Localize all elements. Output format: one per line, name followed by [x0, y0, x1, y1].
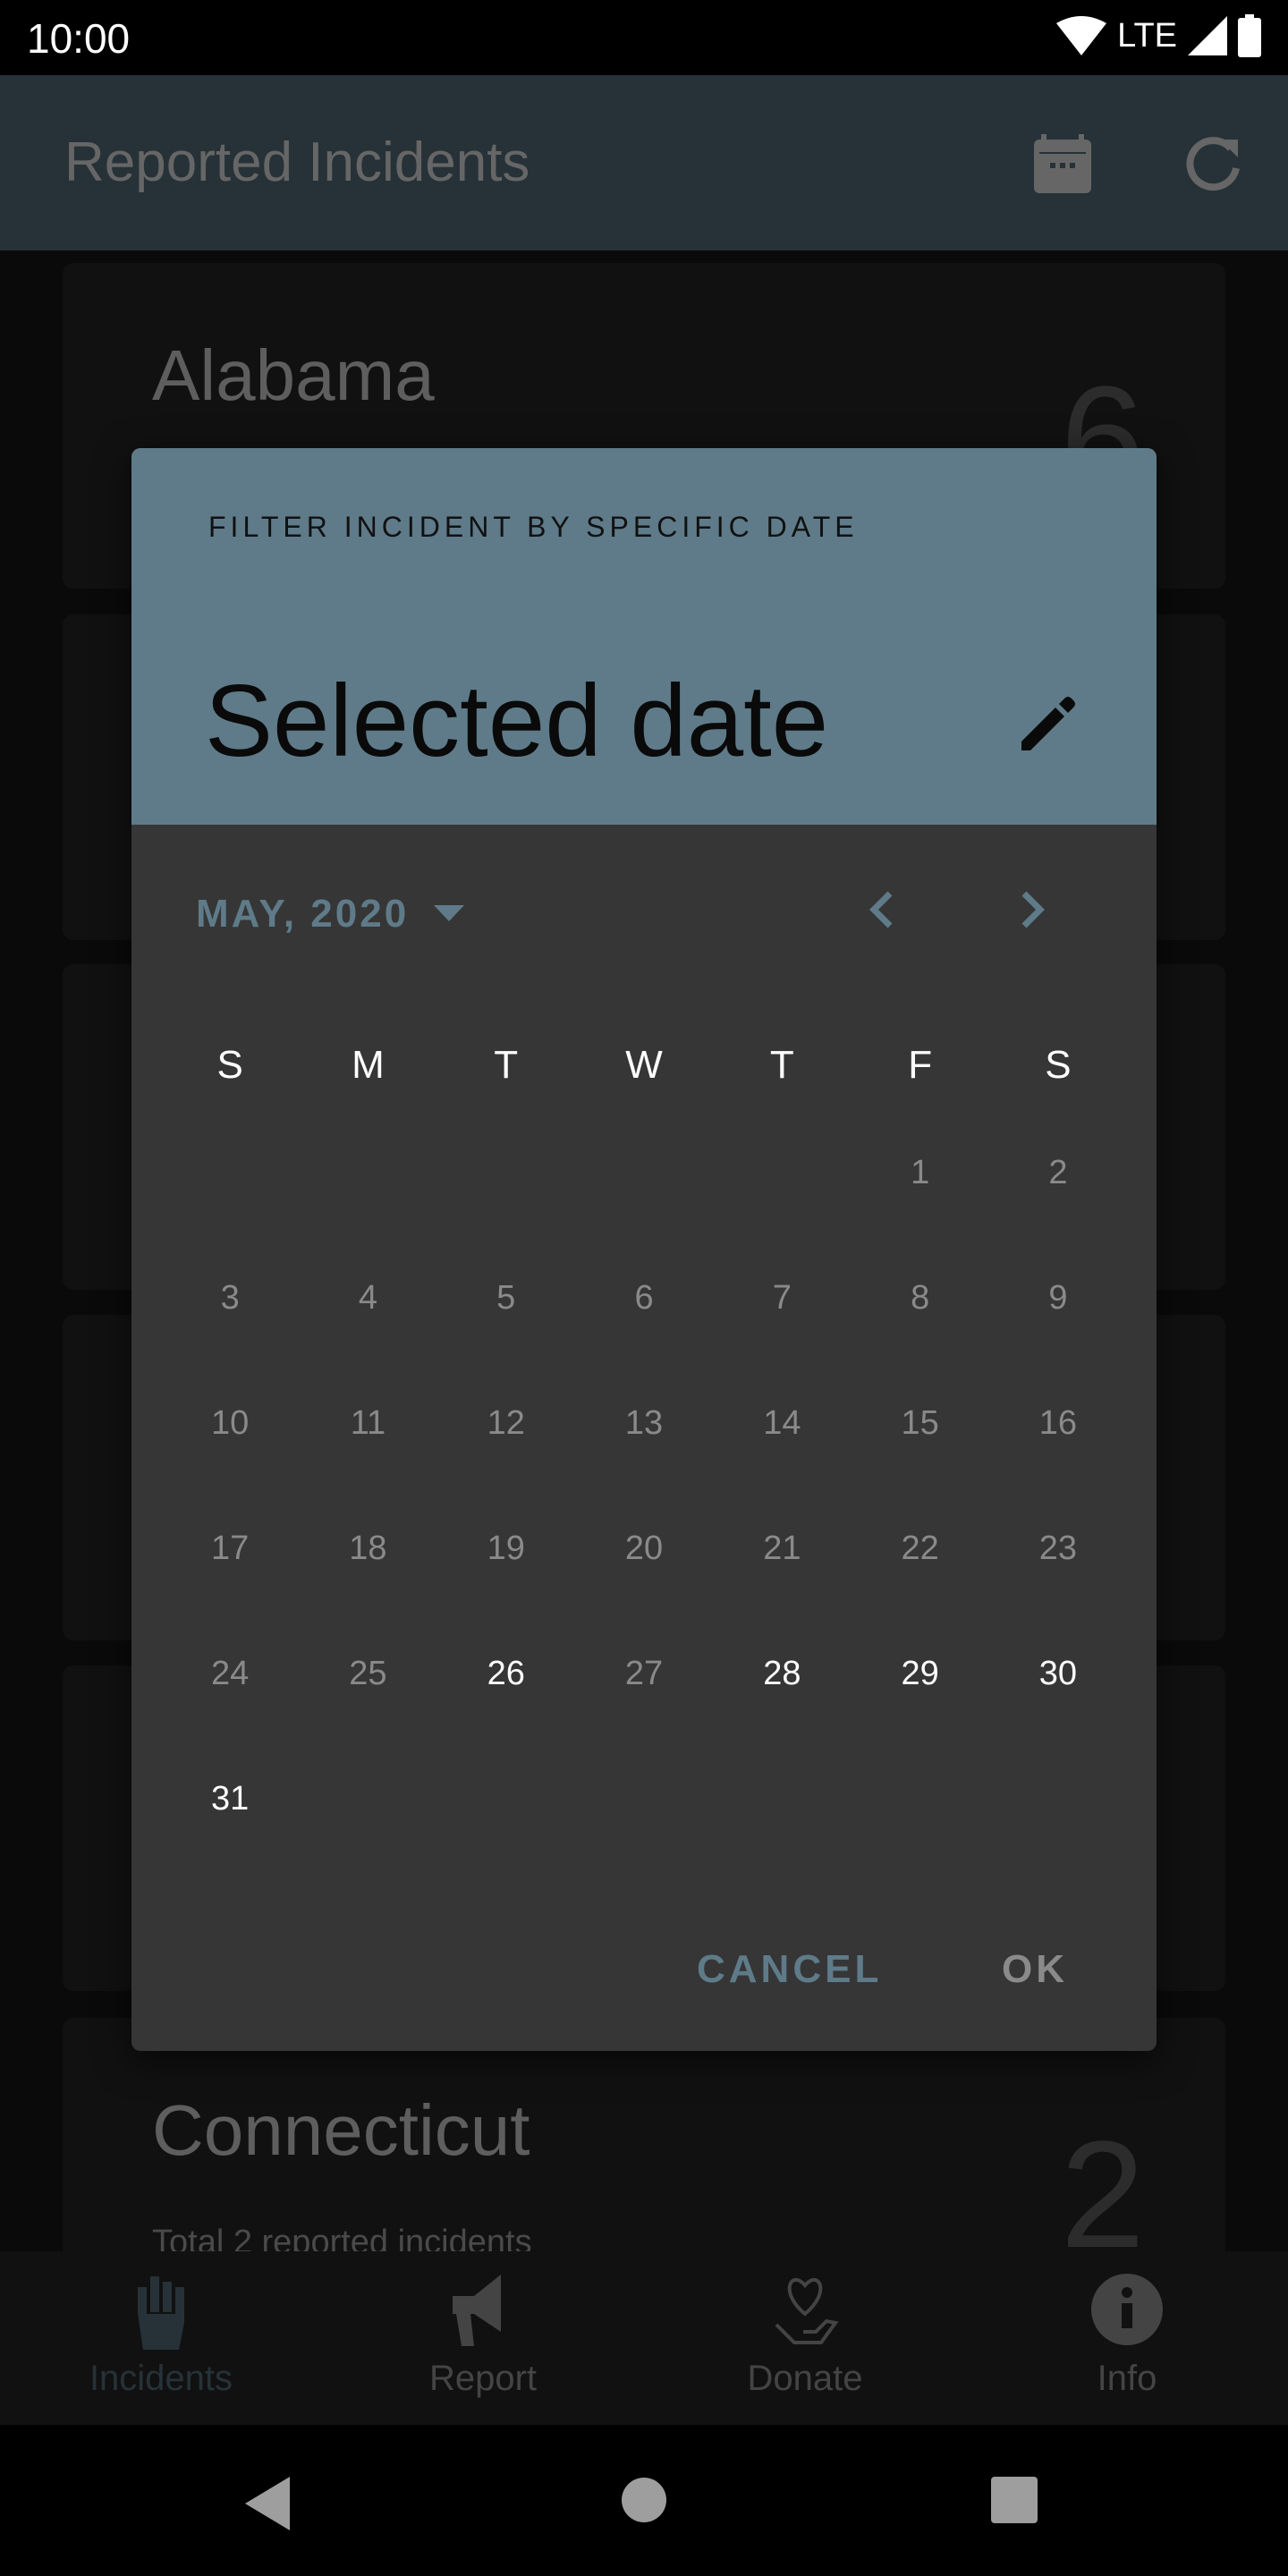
- recents-icon[interactable]: [991, 2477, 1038, 2523]
- weekday-header: M: [352, 1043, 385, 1087]
- weekday-header: W: [625, 1043, 663, 1087]
- calendar-day[interactable]: 30: [989, 1611, 1127, 1736]
- card-state-name: Connecticut: [152, 2090, 530, 2170]
- calendar-day[interactable]: 29: [851, 1611, 988, 1736]
- calendar-day[interactable]: 28: [713, 1611, 851, 1736]
- calendar-day: 9: [1048, 1279, 1068, 1317]
- home-icon[interactable]: [621, 2477, 667, 2523]
- nav-label: Info: [1097, 2359, 1157, 2398]
- calendar-day: 4: [358, 1279, 378, 1317]
- calendar-day: 21: [763, 1530, 801, 1567]
- network-type: LTE: [1117, 16, 1177, 55]
- previous-month-icon[interactable]: [856, 883, 910, 936]
- calendar-day: 22: [901, 1530, 939, 1567]
- empty-cell: [161, 1110, 299, 1235]
- edit-pencil-icon[interactable]: [1013, 688, 1084, 759]
- calendar-day: 11: [350, 1404, 386, 1442]
- ok-button[interactable]: OK: [1002, 1947, 1068, 1992]
- battery-icon: [1238, 14, 1261, 57]
- calendar-day: 8: [911, 1279, 930, 1317]
- nav-label: Incidents: [89, 2359, 233, 2398]
- refresh-icon[interactable]: [1179, 127, 1250, 199]
- calendar-day: 13: [624, 1404, 664, 1442]
- system-navigation-bar: [0, 2425, 1288, 2576]
- calendar-day: 23: [1038, 1530, 1078, 1567]
- signal-icon: [1188, 16, 1227, 55]
- empty-cell: [299, 1110, 436, 1235]
- app-bar: Reported Incidents: [0, 75, 1288, 250]
- page-title: Reported Incidents: [64, 131, 530, 193]
- card-state-name: Alabama: [152, 335, 435, 415]
- calendar-day: 20: [624, 1530, 664, 1567]
- calendar-day: 17: [211, 1530, 250, 1567]
- calendar-day: 5: [496, 1279, 516, 1317]
- calendar-day: 18: [349, 1530, 387, 1567]
- info-icon: [1091, 2274, 1163, 2345]
- weekday-header: T: [769, 1043, 794, 1087]
- hand-heart-icon: [775, 2278, 839, 2344]
- calendar-day: 1: [911, 1154, 930, 1191]
- calendar-day: 19: [487, 1530, 525, 1567]
- weekday-header: F: [908, 1043, 933, 1087]
- weekday-header: T: [494, 1043, 519, 1087]
- raised-fist-icon: [138, 2276, 184, 2350]
- empty-cell: [437, 1110, 575, 1235]
- dialog-header: FILTER INCIDENT BY SPECIFIC DATE Selecte…: [131, 448, 1157, 825]
- weekday-header: S: [1045, 1043, 1072, 1087]
- date-picker-dialog: FILTER INCIDENT BY SPECIFIC DATE Selecte…: [131, 448, 1157, 2051]
- calendar-day: 2: [1048, 1154, 1068, 1191]
- calendar-icon[interactable]: [1027, 127, 1098, 199]
- bottom-navigation: Incidents Report Donate Info: [0, 2251, 1288, 2425]
- nav-label: Report: [428, 2359, 538, 2398]
- calendar-day: 27: [624, 1655, 664, 1692]
- nav-report[interactable]: Report: [322, 2251, 644, 2425]
- calendar-grid: S M T W T F S 1 2 3 4 5 6 7 8 9 10 11 12 13 14 15 16 17 18 19 20 21…: [161, 1021, 1127, 1861]
- back-icon[interactable]: [245, 2477, 292, 2530]
- calendar-day: 7: [772, 1279, 792, 1317]
- calendar-day: 14: [763, 1404, 801, 1442]
- nav-donate[interactable]: Donate: [644, 2251, 966, 2425]
- status-time: 10:00: [27, 15, 131, 62]
- calendar-day: 10: [211, 1404, 250, 1442]
- dropdown-arrow-icon: [434, 905, 465, 921]
- next-month-icon[interactable]: [1004, 883, 1058, 936]
- calendar-day: 25: [349, 1655, 387, 1692]
- calendar-day: 24: [211, 1655, 250, 1692]
- weekday-header: S: [216, 1043, 243, 1087]
- dialog-header-label: FILTER INCIDENT BY SPECIFIC DATE: [208, 511, 859, 543]
- nav-info[interactable]: Info: [966, 2251, 1288, 2425]
- cancel-button[interactable]: CANCEL: [697, 1947, 882, 1992]
- calendar-day: 3: [220, 1279, 240, 1317]
- month-year-label: MAY, 2020: [196, 892, 410, 936]
- wifi-icon: [1056, 16, 1107, 55]
- megaphone-icon: [453, 2275, 501, 2346]
- empty-cell: [575, 1110, 713, 1235]
- month-year-selector[interactable]: MAY, 2020: [196, 892, 465, 936]
- nav-incidents[interactable]: Incidents: [0, 2251, 322, 2425]
- calendar-day: 16: [1038, 1404, 1078, 1442]
- calendar-day: 6: [634, 1279, 654, 1317]
- calendar-day: 15: [901, 1404, 939, 1442]
- nav-label: Donate: [747, 2359, 863, 2398]
- selected-date-text: Selected date: [205, 665, 829, 778]
- status-bar: 10:00 LTE: [0, 0, 1288, 75]
- calendar-day[interactable]: 31: [161, 1736, 299, 1861]
- calendar-day: 12: [487, 1404, 525, 1442]
- calendar-day[interactable]: 26: [437, 1611, 575, 1736]
- empty-cell: [713, 1110, 851, 1235]
